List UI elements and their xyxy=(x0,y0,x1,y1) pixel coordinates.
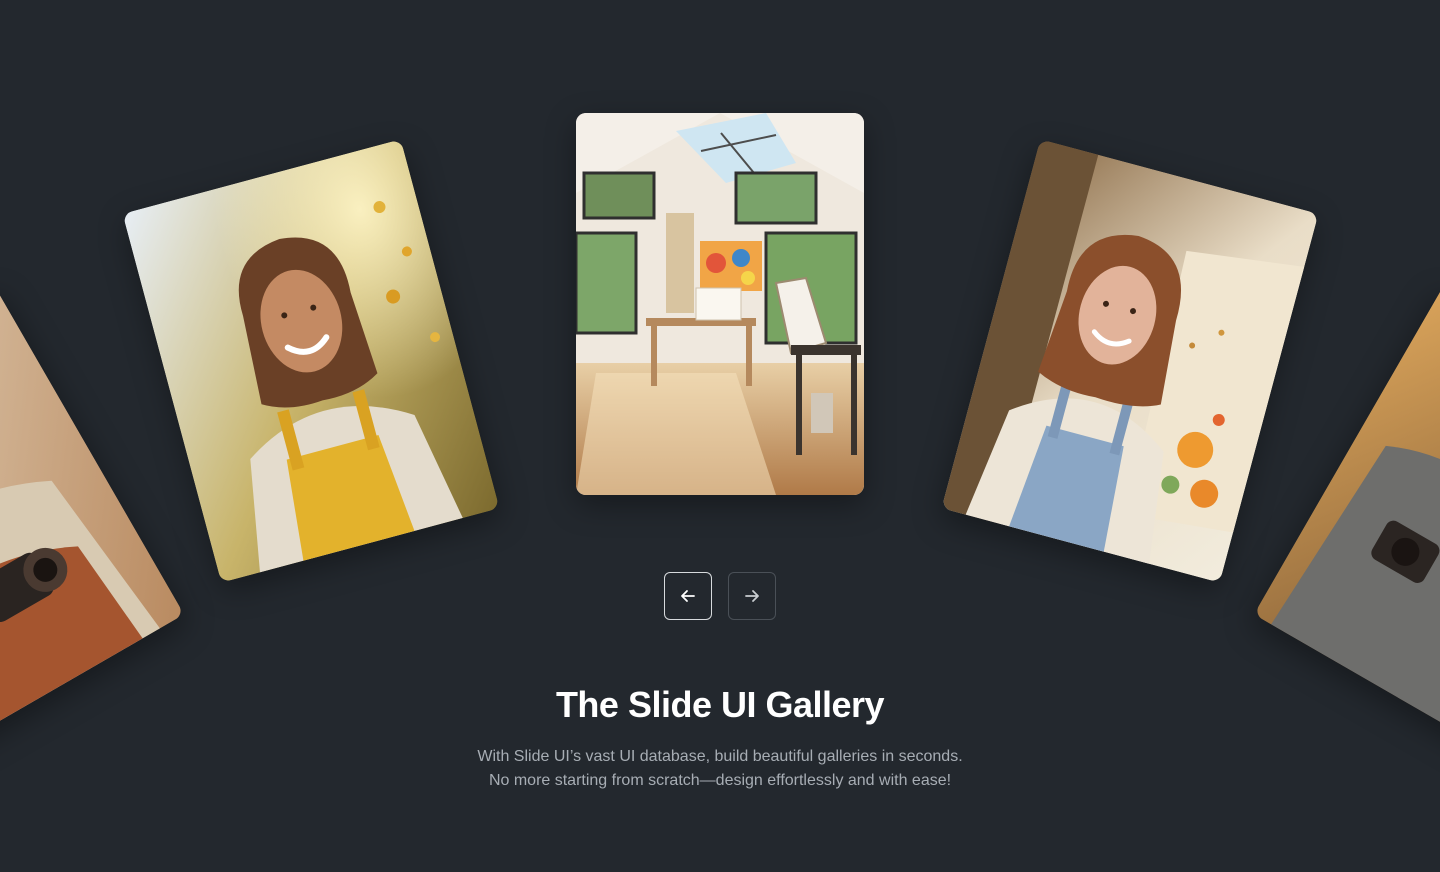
page-title: The Slide UI Gallery xyxy=(555,684,885,725)
woman-painting-illustration xyxy=(941,139,1319,583)
subtitle-line-1: With Slide UI’s vast UI database, build … xyxy=(477,748,963,765)
woman-yellow-overalls-illustration xyxy=(122,139,500,583)
gallery-navigation xyxy=(664,572,776,620)
subtitle-line-2: No more starting from scratch—design eff… xyxy=(488,772,952,789)
arrow-left-icon xyxy=(681,590,695,602)
previous-slide-button[interactable] xyxy=(664,572,712,620)
next-slide-button[interactable] xyxy=(728,572,776,620)
slide-art-studio-image[interactable] xyxy=(576,113,864,495)
gallery-stage: The Slide UI Gallery With Slide UI’s vas… xyxy=(0,0,1440,872)
slide-woman-yellow-overalls-image[interactable] xyxy=(122,139,500,583)
arrow-right-icon xyxy=(745,590,759,602)
slide-woman-painting-image[interactable] xyxy=(941,139,1319,583)
page-subtitle: With Slide UI’s vast UI database, build … xyxy=(0,745,1440,793)
art-studio-illustration xyxy=(576,113,864,495)
